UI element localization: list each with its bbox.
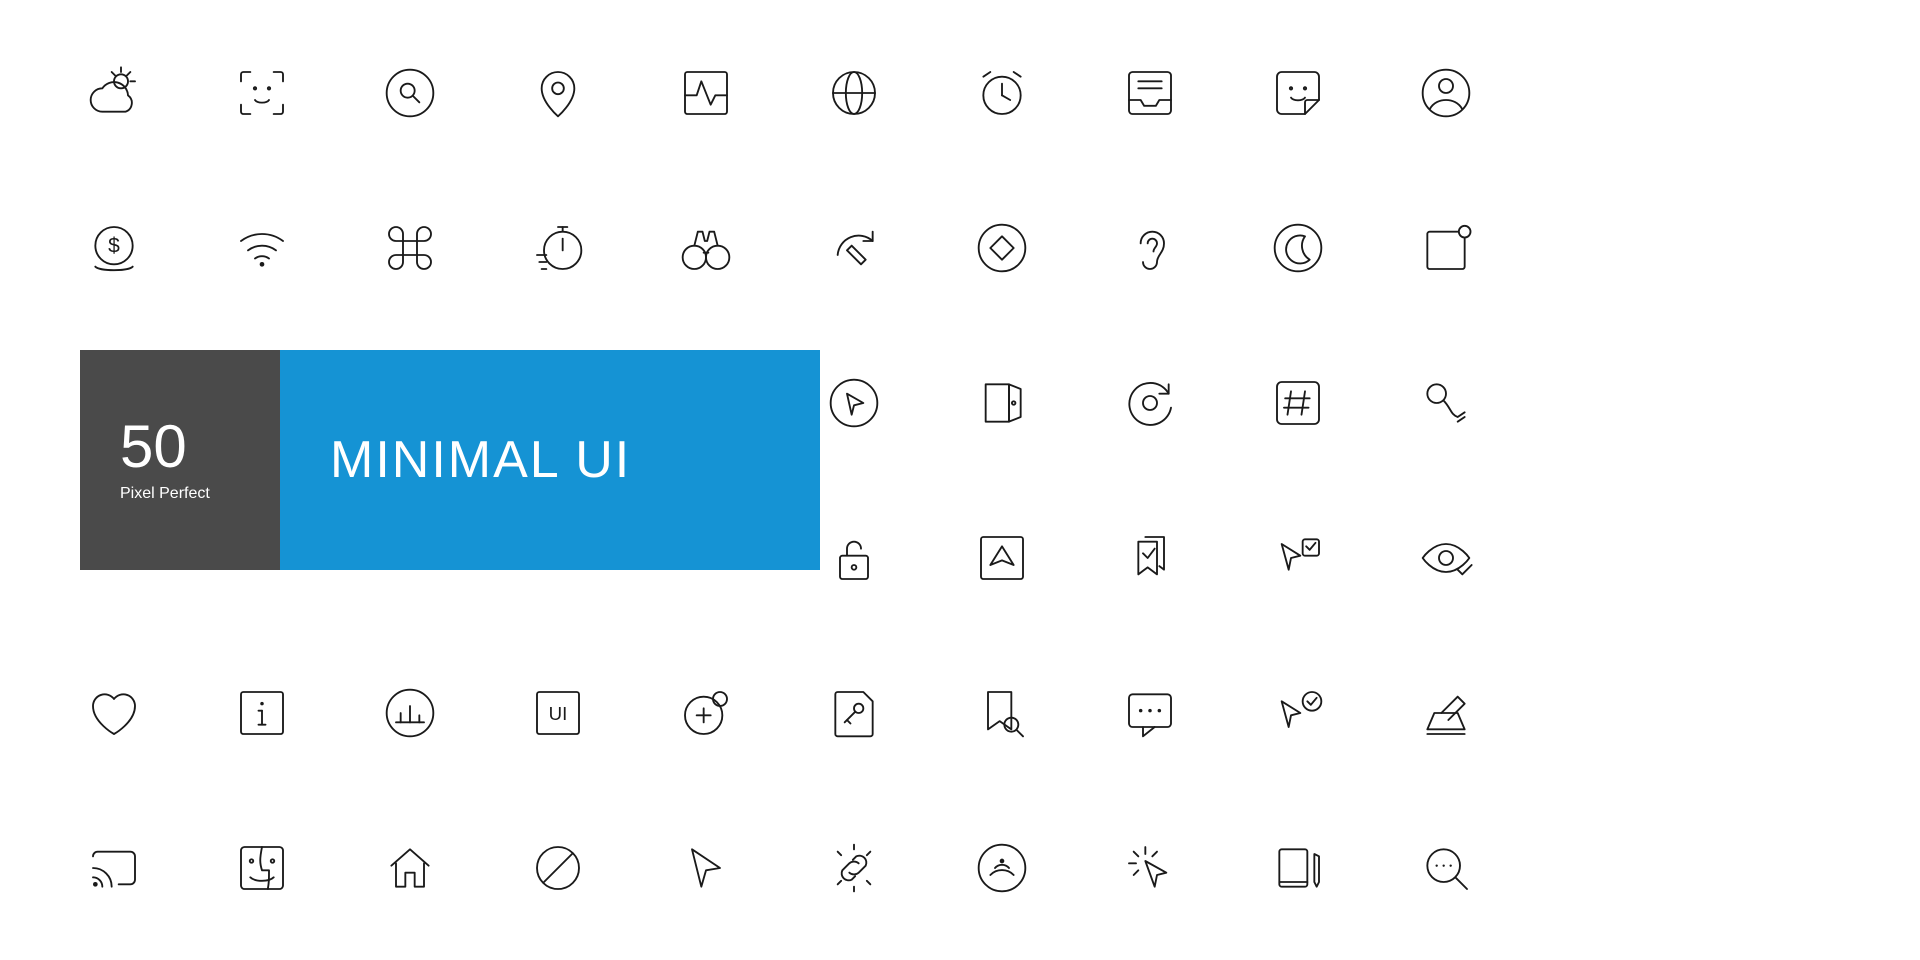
- user-circle-icon: [1412, 55, 1480, 130]
- chat-typing-icon: [1116, 675, 1184, 750]
- badge-subtitle: Pixel Perfect: [120, 485, 280, 503]
- badge-title-panel: MINIMAL UI: [280, 350, 820, 570]
- face-id-icon: [228, 55, 296, 130]
- title-badge: 50 Pixel Perfect MINIMAL UI: [80, 350, 820, 570]
- door-exit-icon: [968, 365, 1036, 440]
- wifi-icon: [228, 210, 296, 285]
- location-pin-icon: [524, 55, 592, 130]
- badge-count-panel: 50 Pixel Perfect: [80, 350, 280, 570]
- hashtag-icon: [1264, 365, 1332, 440]
- command-icon: [376, 210, 444, 285]
- badge-title: MINIMAL UI: [330, 430, 631, 490]
- chart-circle-icon: [376, 675, 444, 750]
- refresh-search-icon: [1116, 365, 1184, 440]
- notebook-pencil-icon: [1264, 830, 1332, 905]
- search-circle-icon: [376, 55, 444, 130]
- microphone-icon: [1412, 365, 1480, 440]
- unlock-icon: [820, 520, 888, 595]
- activity-icon: [672, 55, 740, 130]
- finder-icon: [228, 830, 296, 905]
- cursor-icon: [672, 830, 740, 905]
- heart-icon: [80, 675, 148, 750]
- scanner-icon: [1412, 675, 1480, 750]
- cursor-select-icon: [1264, 520, 1332, 595]
- notification-badge-icon: [1412, 210, 1480, 285]
- ui-box-icon: UI: [524, 675, 592, 750]
- svg-text:UI: UI: [549, 703, 568, 724]
- svg-text:$: $: [108, 234, 120, 257]
- search-more-icon: [1412, 830, 1480, 905]
- cursor-circle-icon: [820, 365, 888, 440]
- globe-icon: [820, 55, 888, 130]
- stopwatch-icon: [524, 210, 592, 285]
- weather-icon: [80, 55, 148, 130]
- sticker-smile-icon: [1264, 55, 1332, 130]
- eye-check-icon: [1412, 520, 1480, 595]
- clock-icon: [968, 55, 1036, 130]
- send-icon: [968, 520, 1036, 595]
- bookmarks-icon: [1116, 520, 1184, 595]
- inbox-icon: [1116, 55, 1184, 130]
- link-click-icon: [820, 830, 888, 905]
- info-icon: [228, 675, 296, 750]
- icon-count: 50: [120, 417, 280, 477]
- bookmark-search-icon: [968, 675, 1036, 750]
- binoculars-icon: [672, 210, 740, 285]
- add-notification-icon: [672, 675, 740, 750]
- cursor-click-icon: [1116, 830, 1184, 905]
- dark-mode-icon: [1264, 210, 1332, 285]
- signal-icon: [968, 830, 1036, 905]
- tag-icon: [968, 210, 1036, 285]
- cursor-verified-icon: [1264, 675, 1332, 750]
- block-icon: [524, 830, 592, 905]
- ear-icon: [1116, 210, 1184, 285]
- key-note-icon: [820, 675, 888, 750]
- coin-dollar-icon: $: [80, 210, 148, 285]
- edit-redo-icon: [820, 210, 888, 285]
- home-icon: [376, 830, 444, 905]
- cast-icon: [80, 830, 148, 905]
